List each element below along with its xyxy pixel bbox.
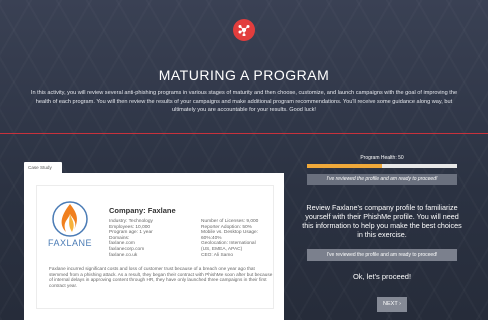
case-study-panel: FAXLANE Company: Faxlane Industry: Techn…: [36, 185, 274, 309]
program-logo-icon: [233, 19, 255, 41]
page-title: MATURING A PROGRAM: [158, 67, 330, 83]
divider: [0, 133, 488, 134]
company-logo-text: FAXLANE: [47, 238, 93, 248]
next-button[interactable]: NEXT ›: [377, 297, 407, 312]
response-text: Ok, let's proceed!: [352, 272, 412, 281]
company-name: Company: Faxlane: [109, 206, 176, 215]
detail-line: faxlane.co.uk: [109, 252, 138, 258]
program-health-bar: [307, 164, 457, 168]
tab-case-study[interactable]: Case Study: [24, 162, 62, 173]
program-health-fill: [307, 164, 382, 168]
intro-text: In this activity, you will review severa…: [30, 90, 458, 113]
company-logo: FAXLANE: [46, 200, 94, 252]
case-study-card: FAXLANE Company: Faxlane Industry: Techn…: [24, 173, 284, 320]
network-nodes-icon: [238, 25, 250, 36]
prompt-text: Review Faxlane's company profile to fami…: [302, 203, 462, 239]
detail-line: CEO: Ali Samo: [201, 252, 233, 258]
company-details-left: Industry: Technology Employees: 10,000 P…: [109, 219, 199, 258]
company-details-right: Number of Licenses: 9,000 Reporter Adopt…: [201, 219, 273, 258]
case-study-description: Faxlane incurred significant costs and l…: [49, 266, 273, 288]
ready-to-proceed-button[interactable]: I've reviewed the profile and am ready t…: [307, 249, 457, 261]
status-message: I've reviewed the profile and am ready t…: [307, 174, 457, 185]
program-health-label: Program Health: 50: [360, 155, 404, 161]
flame-icon: [52, 201, 88, 237]
